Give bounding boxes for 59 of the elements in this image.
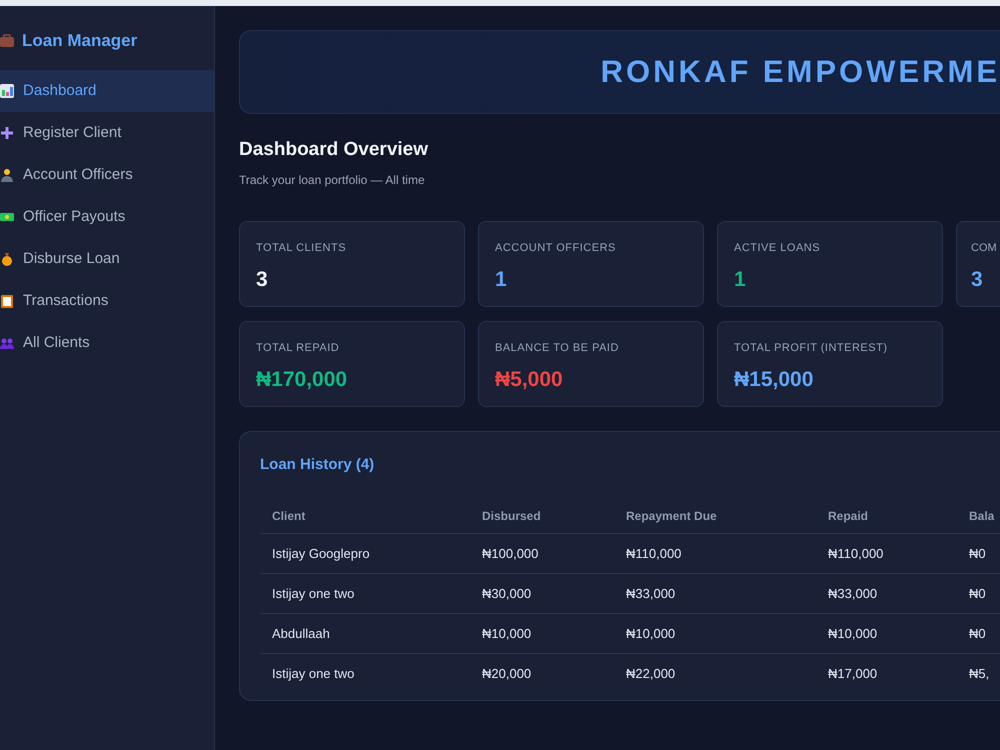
- stat-label: TOTAL CLIENTS: [256, 240, 348, 256]
- table-cell-text: ₦20,000: [482, 665, 532, 684]
- stat-label: ACCOUNT OFFICERS: [495, 240, 617, 256]
- sidebar-item[interactable]: Disburse Loan: [0, 238, 214, 280]
- plus-icon: [0, 126, 14, 140]
- stat-value: ₦15,000: [734, 367, 814, 393]
- table-cell-text: ₦0: [969, 584, 987, 603]
- table-cell-text: ₦10,000: [482, 624, 532, 643]
- table-cell-text: Abdullaah: [271, 624, 331, 643]
- stat-value: 1: [734, 267, 747, 293]
- sidebar-item[interactable]: Transactions: [0, 280, 214, 322]
- table-cell-text: Istijay one two: [271, 665, 356, 684]
- column-header: Disbursed: [482, 508, 542, 524]
- clipboard-icon: [0, 294, 14, 308]
- sidebar-item[interactable]: Officer Payouts: [0, 196, 214, 238]
- column-header: Repayment Due: [626, 508, 718, 524]
- table-cell-text: ₦0: [969, 624, 987, 643]
- money-icon: [0, 210, 14, 224]
- table-cell-text: ₦30,000: [482, 584, 532, 603]
- table-cell-text: ₦33,000: [828, 584, 878, 603]
- briefcase-icon: [0, 34, 14, 48]
- table-cell-text: ₦110,000: [626, 544, 682, 563]
- app-title: Loan Manager: [22, 30, 138, 52]
- sidebar-item[interactable]: Register Client: [0, 112, 214, 154]
- stat-label: COM: [971, 240, 998, 256]
- sidebar-item[interactable]: Dashboard: [0, 70, 214, 112]
- stat-value: ₦5,000: [495, 367, 564, 393]
- stat-label: TOTAL REPAID: [256, 340, 340, 356]
- column-header: Repaid: [828, 508, 870, 524]
- people-icon: [0, 336, 14, 350]
- stat-value: 3: [971, 267, 984, 293]
- stat-value: ₦170,000: [256, 367, 348, 393]
- bar-chart-icon: [0, 84, 14, 98]
- banner-title: RONKAF EMPOWERME: [600, 52, 1000, 91]
- stat-label: BALANCE TO BE PAID: [495, 340, 620, 356]
- column-header: Client: [271, 508, 306, 524]
- table-cell-text: ₦10,000: [626, 624, 676, 643]
- stat-label: TOTAL PROFIT (INTEREST): [734, 340, 888, 356]
- sidebar-item[interactable]: Account Officers: [0, 154, 214, 196]
- table-cell-text: Istijay Googlepro: [271, 544, 371, 563]
- page-title: Dashboard Overview: [239, 138, 430, 162]
- table-cell-text: ₦33,000: [626, 584, 676, 603]
- column-header: Bala: [969, 508, 996, 524]
- card-title: Loan History (4): [260, 454, 376, 474]
- table-cell-text: ₦22,000: [626, 665, 676, 684]
- page-subtitle: Track your loan portfolio — All time: [239, 172, 426, 188]
- table-cell-text: ₦17,000: [828, 665, 878, 684]
- table-cell-text: ₦0: [969, 544, 987, 563]
- table-cell-text: ₦110,000: [828, 544, 884, 563]
- table-cell-text: ₦100,000: [482, 544, 540, 563]
- money-bag-icon: [0, 252, 14, 266]
- sidebar-item[interactable]: All Clients: [0, 322, 214, 364]
- stat-label: ACTIVE LOANS: [734, 240, 822, 256]
- person-icon: [0, 168, 14, 182]
- table-cell-text: ₦10,000: [828, 624, 878, 643]
- stat-value: 3: [256, 267, 269, 293]
- stat-value: 1: [495, 267, 508, 293]
- table-cell-text: ₦5,: [969, 665, 990, 684]
- table-cell-text: Istijay one two: [271, 584, 356, 603]
